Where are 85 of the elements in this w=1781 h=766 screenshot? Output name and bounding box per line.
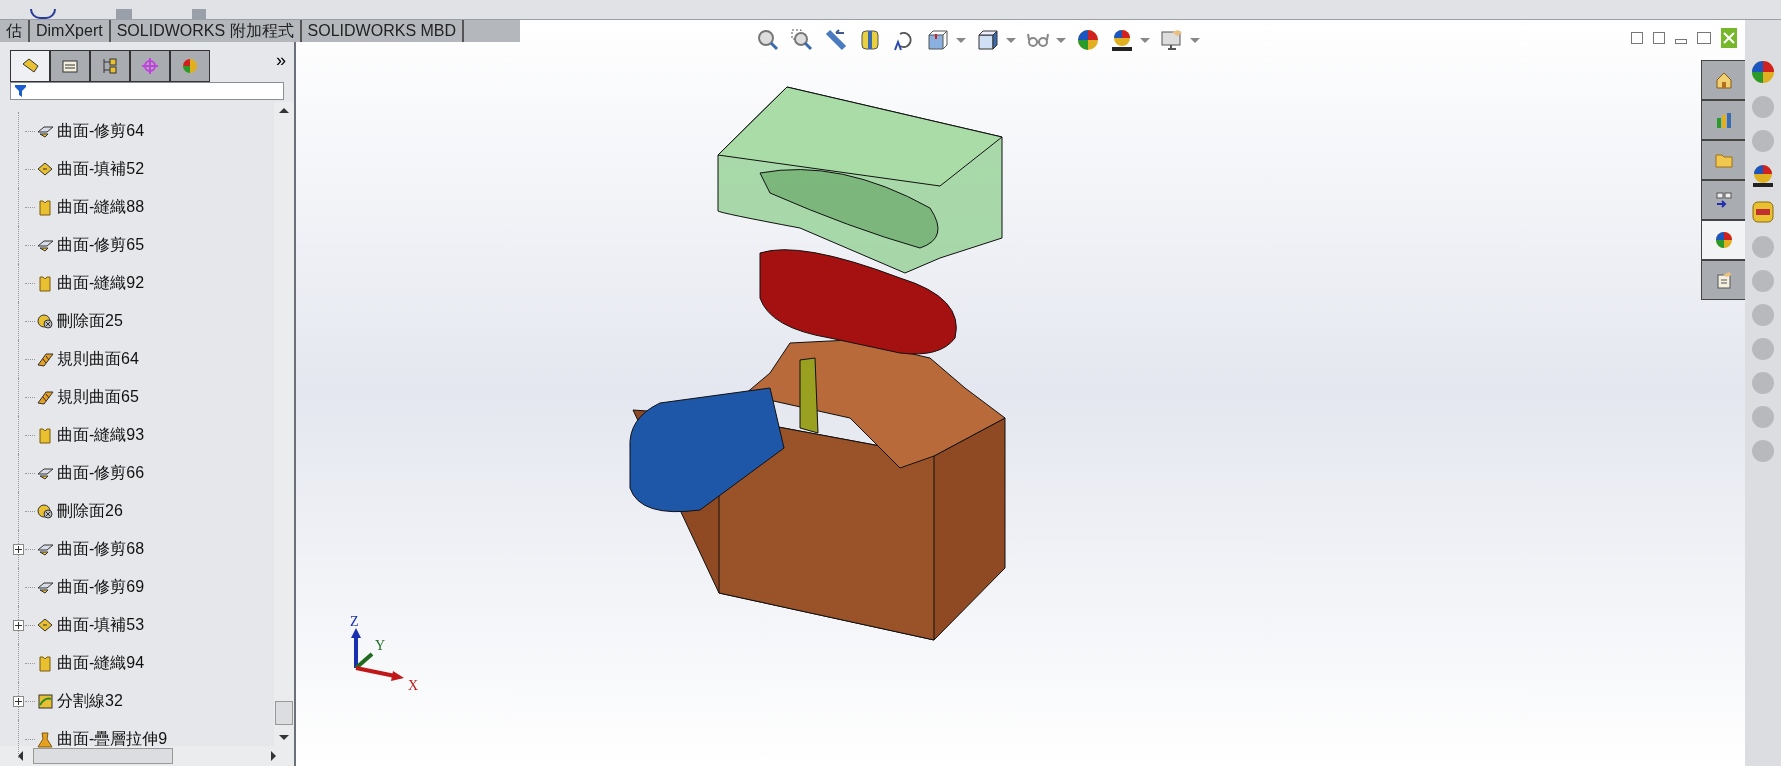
dropdown-caret-icon[interactable] [1056,37,1066,43]
axis-triad-drawing [351,628,404,681]
fill-feature-icon [36,616,54,634]
dropdown-caret-icon[interactable] [956,37,966,43]
ruled-surface-icon [36,388,54,406]
command-tab[interactable]: 估 [0,20,30,42]
feature-tree-item[interactable]: 曲面-縫織88 [57,195,145,219]
scroll-up-icon[interactable] [279,108,289,113]
task-pane-tab[interactable] [1701,260,1745,300]
feature-tree-item[interactable]: 曲面-填補52 [57,157,145,181]
feature-tree-item[interactable]: 規則曲面65 [57,385,139,409]
axis-label: Y [375,638,386,653]
feature-tree-item[interactable]: 曲面-修剪68 [57,537,145,561]
feature-tree-item[interactable]: 曲面-疊層拉伸9 [57,727,168,751]
panel-tab[interactable] [90,50,130,82]
dropdown-caret-icon[interactable] [1006,37,1016,43]
knit-feature-icon [36,198,54,216]
task-pane-tab[interactable] [1701,180,1745,220]
feature-tree-item[interactable]: 曲面-縫織92 [57,271,145,295]
feature-tree-item[interactable]: 曲面-修剪65 [57,233,145,257]
axis-label: Z [350,614,359,629]
task-pane-tab[interactable] [1701,100,1745,140]
scroll-left-icon[interactable] [18,751,23,761]
axis-label: X [408,678,419,693]
split-view-icon[interactable] [1631,32,1643,44]
vertical-scrollbar[interactable] [274,102,294,746]
task-pane-tab[interactable] [1701,140,1745,180]
section-view-icon[interactable] [858,28,882,52]
view-palette-icon [1713,190,1734,210]
expand-toggle[interactable] [13,543,24,555]
feature-tree-item[interactable]: 曲面-修剪64 [57,119,145,143]
config-icon [100,56,120,76]
dropdown-caret-icon[interactable] [1190,37,1200,43]
appearance-ball-icon[interactable] [1751,164,1775,188]
feature-tree-item[interactable]: 分割線32 [57,689,123,713]
command-tab[interactable]: DimXpert [30,20,111,42]
appearance-ball-icon[interactable] [1076,28,1100,52]
zoom-to-fit-icon[interactable] [756,28,780,52]
horizontal-scrollbar[interactable] [0,746,294,766]
shaded-cube-icon[interactable] [976,28,1000,52]
expand-toggle[interactable] [13,619,24,631]
expand-toggle[interactable] [13,695,24,707]
scroll-thumb[interactable] [33,748,173,764]
feature-tree-item[interactable]: 曲面-縫織94 [57,651,145,675]
scroll-down-icon[interactable] [279,735,289,740]
barrel-icon[interactable] [1752,200,1774,224]
scroll-right-icon[interactable] [271,751,276,761]
dimxpert-icon [140,56,160,76]
feature-tree-item[interactable]: 曲面-修剪69 [57,575,145,599]
view-cube-icon[interactable] [926,28,950,52]
monitor-icon[interactable] [1160,28,1184,52]
filter-field[interactable] [10,82,284,100]
feature-tree-item[interactable]: 刪除面25 [57,309,123,333]
appearance-ball-icon [1713,230,1734,250]
ruled-surface-icon [36,350,54,368]
feature-tree-item[interactable]: 曲面-縫織93 [57,423,145,447]
scroll-thumb[interactable] [275,701,293,725]
scene-icon[interactable] [1110,28,1134,52]
restore-icon[interactable] [1697,32,1711,44]
delete-face-icon [36,312,54,330]
filter-icon[interactable] [15,85,26,97]
panel-tab[interactable] [50,50,90,82]
display-icon [180,56,200,76]
task-pane-tab[interactable] [1701,60,1745,100]
fill-feature-icon [36,160,54,178]
panel-tab[interactable] [170,50,210,82]
knit-feature-icon [36,654,54,672]
feature-tree-item[interactable]: 刪除面26 [57,499,123,523]
feature-tree-item[interactable]: 規則曲面64 [57,347,139,371]
delete-face-icon [36,502,54,520]
house-icon [1713,70,1734,90]
panel-tab[interactable] [130,50,170,82]
minimize-icon[interactable] [1675,38,1687,44]
feature-tree-item[interactable]: 曲面-填補53 [57,613,145,637]
appearance-ball-icon[interactable] [1751,60,1775,84]
more-tabs-button[interactable]: » [276,47,286,74]
panel-tab[interactable] [10,50,50,82]
split-view-icon[interactable] [1653,32,1665,44]
knit-feature-icon [36,426,54,444]
knit-feature-icon [36,274,54,292]
zoom-area-icon[interactable] [790,28,814,52]
feature-tree-item[interactable]: 曲面-修剪66 [57,461,145,485]
task-pane-tab[interactable] [1701,220,1745,260]
dropdown-caret-icon[interactable] [1140,37,1150,43]
telescope-icon[interactable] [824,28,848,52]
